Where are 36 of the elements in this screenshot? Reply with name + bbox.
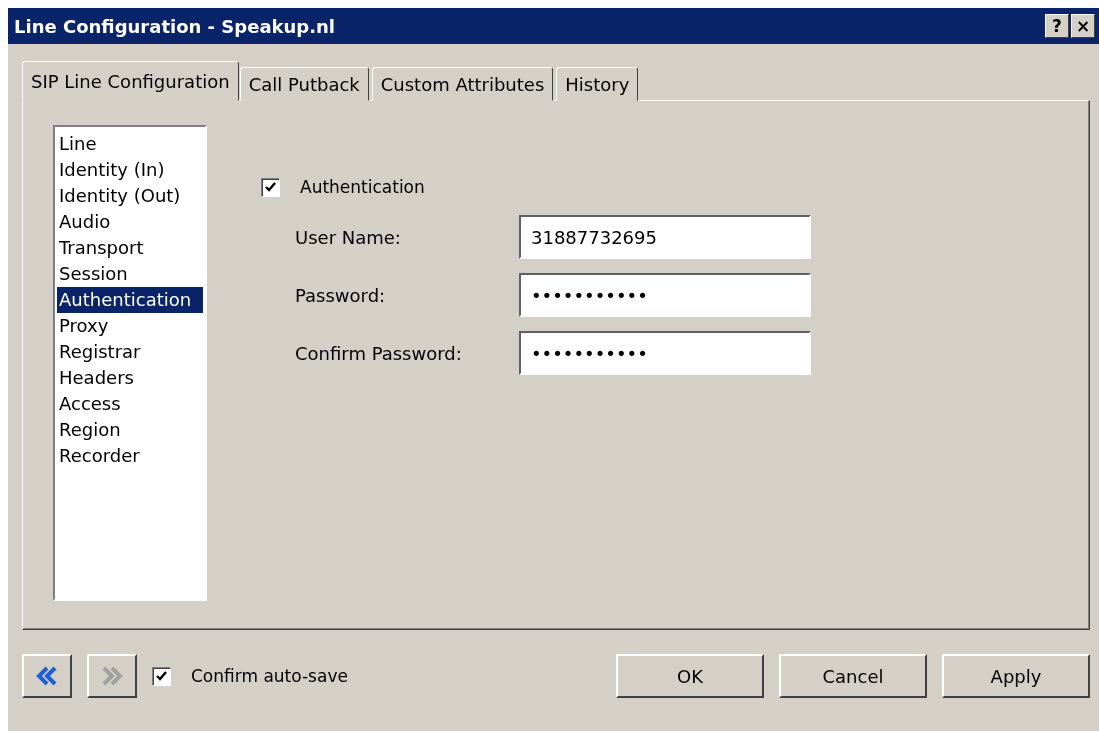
input-field[interactable]: •••••••••••	[519, 331, 811, 375]
section-item[interactable]: Headers	[57, 365, 203, 391]
autosave-checkbox[interactable]	[152, 666, 171, 686]
field-label: Password:	[295, 284, 387, 306]
tab[interactable]: History	[556, 67, 639, 101]
tab[interactable]: Call Putback	[239, 67, 369, 101]
section-item[interactable]: Line	[57, 131, 203, 157]
section-item[interactable]: Audio	[57, 209, 203, 235]
section-item[interactable]: Region	[57, 417, 203, 443]
section-item[interactable]: Authentication	[57, 287, 203, 313]
dialog-button[interactable]: Apply	[942, 654, 1090, 698]
checkmark-icon	[155, 669, 168, 683]
section-item[interactable]: Identity (Out)	[57, 183, 203, 209]
close-button[interactable]: ×	[1071, 14, 1095, 38]
window-title: Line Configuration - Speakup.nl	[14, 15, 337, 37]
checkmark-icon	[264, 180, 277, 194]
field-label: User Name:	[295, 226, 402, 248]
tab[interactable]: Custom Attributes	[371, 67, 554, 101]
input-field[interactable]: •••••••••••	[519, 273, 811, 317]
dialog-button[interactable]: Cancel	[779, 654, 927, 698]
section-item[interactable]: Proxy	[57, 313, 203, 339]
section-item[interactable]: Access	[57, 391, 203, 417]
section-item[interactable]: Identity (In)	[57, 157, 203, 183]
section-item[interactable]: Transport	[57, 235, 203, 261]
section-item[interactable]: Registrar	[57, 339, 203, 365]
authentication-checkbox[interactable]	[261, 177, 280, 197]
section-item[interactable]: Session	[57, 261, 203, 287]
input-field[interactable]: 31887732695	[519, 215, 811, 259]
back-button[interactable]	[22, 654, 72, 698]
checkbox-label: Confirm auto-save	[191, 666, 348, 686]
tab[interactable]: SIP Line Configuration	[22, 61, 239, 101]
checkbox-label: Authentication	[300, 177, 425, 197]
dialog-button[interactable]: OK	[616, 654, 764, 698]
field-label: Confirm Password:	[295, 342, 463, 364]
section-item[interactable]: Recorder	[57, 443, 203, 469]
help-button[interactable]: ?	[1045, 14, 1069, 38]
